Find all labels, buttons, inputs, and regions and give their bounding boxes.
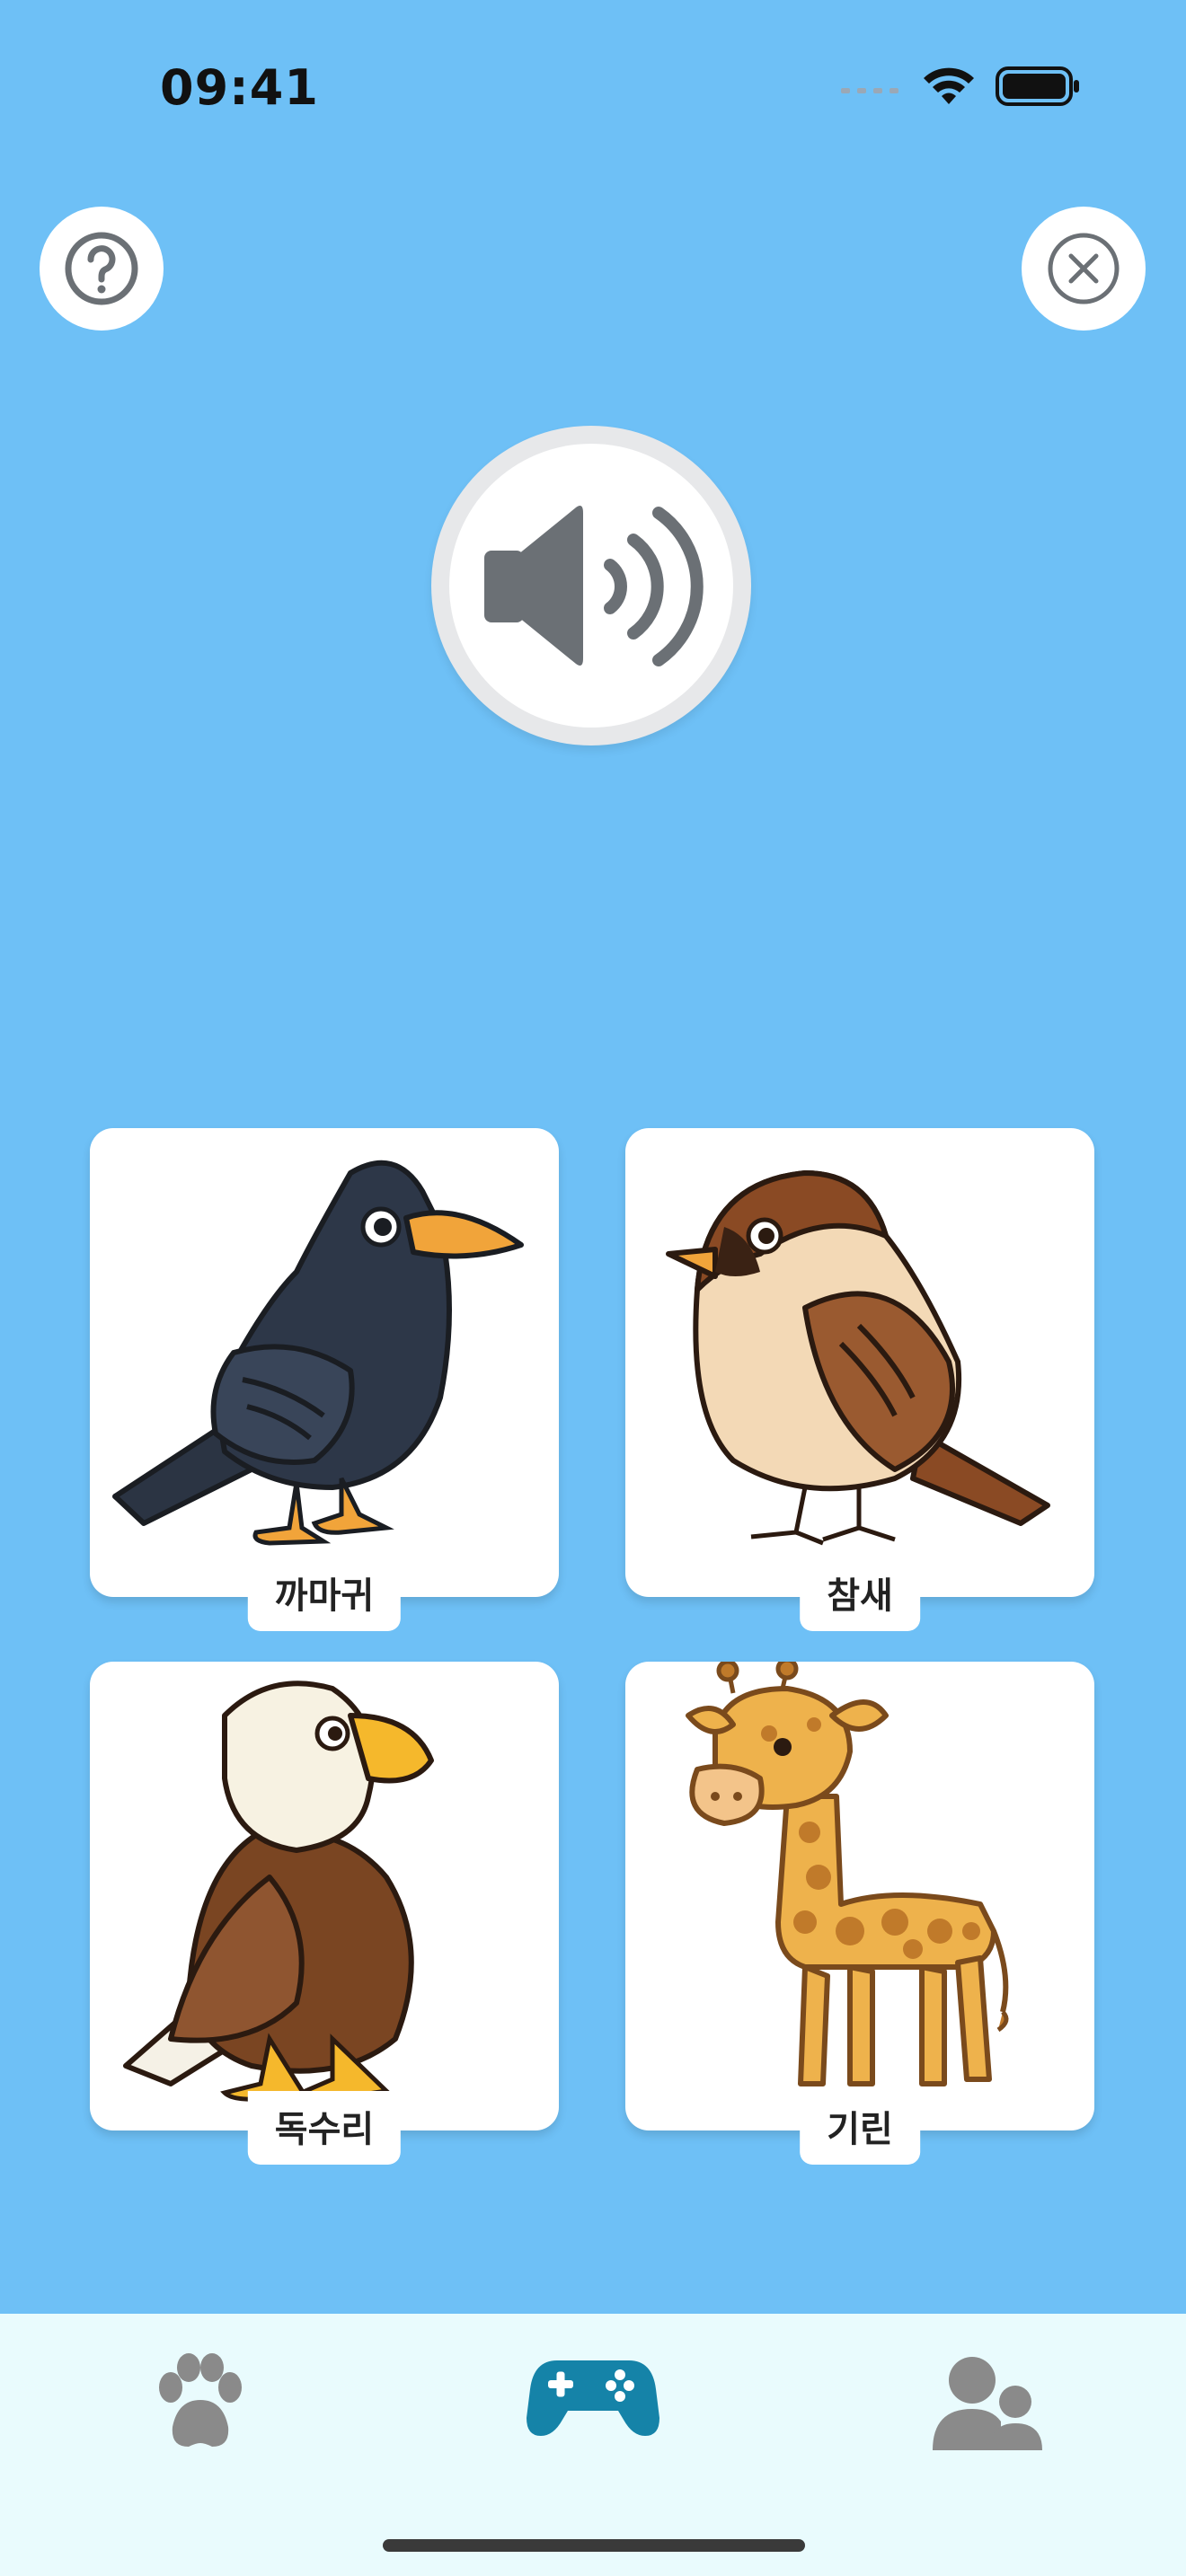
tab-animals[interactable] [151, 2353, 246, 2456]
play-sound-inner [449, 444, 733, 728]
play-sound-button[interactable] [431, 426, 751, 745]
choice-card-sparrow[interactable]: 참새 [625, 1128, 1094, 1631]
tab-bar [0, 2314, 1186, 2576]
choice-label: 독수리 [247, 2091, 402, 2165]
sparrow-image [666, 1170, 1050, 1546]
crow-image [112, 1160, 524, 1546]
close-button[interactable] [1022, 207, 1146, 331]
paw-icon [159, 2353, 242, 2447]
status-time: 09:41 [160, 59, 319, 116]
signal-icon [841, 88, 898, 93]
users-icon [933, 2357, 1042, 2450]
status-icons [839, 63, 1082, 110]
close-circle-icon [1048, 233, 1120, 304]
wifi-icon [924, 67, 974, 104]
giraffe-image [686, 1662, 1009, 2086]
choice-label: 기린 [800, 2091, 920, 2165]
choice-card-crow[interactable]: 까마귀 [90, 1128, 559, 1631]
help-button[interactable] [40, 207, 164, 331]
question-circle-icon [65, 232, 138, 305]
choice-label: 참새 [800, 1557, 920, 1631]
choice-label: 까마귀 [247, 1557, 402, 1631]
tab-games[interactable] [527, 2353, 659, 2443]
speaker-wave-icon [484, 506, 704, 666]
battery-icon [996, 66, 1079, 106]
choice-card-eagle[interactable]: 독수리 [90, 1662, 559, 2165]
eagle-image [123, 1681, 434, 2102]
choice-card-giraffe[interactable]: 기린 [625, 1662, 1094, 2165]
gamepad-icon [527, 2360, 659, 2436]
tab-profile[interactable] [933, 2353, 1044, 2457]
home-indicator [383, 2539, 805, 2552]
